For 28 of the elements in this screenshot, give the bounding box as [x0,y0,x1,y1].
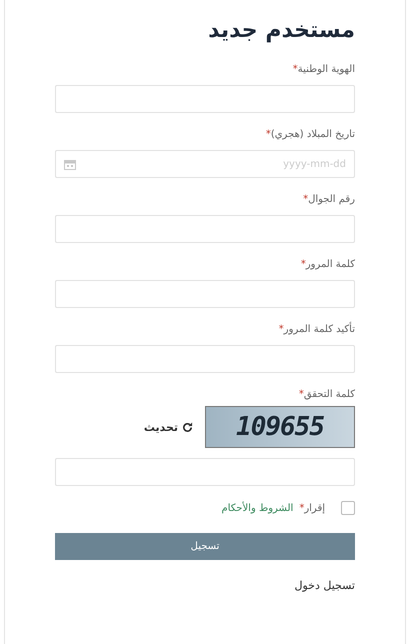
field-label: كلمة المرور* [300,258,355,272]
input-field[interactable] [55,85,355,113]
field-label: تاريخ المبلاد (هجري)* [264,128,355,142]
required-mark: * [292,64,298,75]
refresh-icon [182,422,193,432]
consent-label: إقرار [304,502,325,514]
input-field[interactable] [55,215,355,243]
checkbox[interactable] [341,501,355,515]
field-label: الهوية الوطنية* [292,63,355,77]
required-mark: * [266,129,271,140]
refresh-button[interactable]: تحديث [144,420,193,434]
terms-link[interactable]: الشروط والأحكام [222,502,294,514]
required-mark: * [300,259,306,270]
captcha-input[interactable] [55,458,355,486]
input-field[interactable] [55,345,355,373]
register-button[interactable]: تسجيل [55,533,355,560]
input-field[interactable] [55,280,355,308]
required-mark: * [303,194,308,205]
captcha-image: 109655 [205,406,355,448]
form-title: مستخدم جديد [207,17,355,45]
required-mark: * [299,502,304,514]
required-mark: * [298,389,304,400]
field-label: رقم الجوال* [302,193,355,207]
required-mark: * [278,324,284,335]
calendar-icon[interactable] [64,159,76,170]
field-label: تأكيد كلمة المرور* [55,323,355,337]
field-label: كلمة التحقق* [298,388,355,402]
login-link[interactable]: تسجيل دخول [294,579,355,592]
